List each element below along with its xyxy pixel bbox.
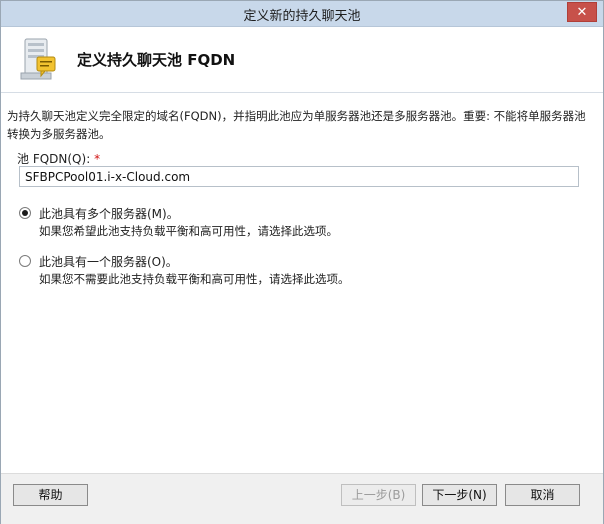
back-button[interactable]: 上一步(B) <box>341 484 416 506</box>
window-title: 定义新的持久聊天池 <box>243 9 361 24</box>
server-chat-icon <box>20 38 56 80</box>
radio-selected-dot <box>22 210 28 216</box>
radio-multi-server[interactable] <box>19 207 31 219</box>
wizard-content: 为持久聊天池定义完全限定的域名(FQDN)，并指明此池应为单服务器池还是多服务器… <box>1 93 603 473</box>
fqdn-label: 池 FQDN(Q): * <box>17 150 100 167</box>
radio-multi-server-label[interactable]: 此池具有多个服务器(M)。 <box>39 205 179 222</box>
radio-single-server-label[interactable]: 此池具有一个服务器(O)。 <box>39 253 178 270</box>
wizard-header: 定义持久聊天池 FQDN <box>1 27 603 93</box>
cancel-button[interactable]: 取消 <box>505 484 580 506</box>
next-button[interactable]: 下一步(N) <box>422 484 497 506</box>
help-button[interactable]: 帮助 <box>13 484 88 506</box>
title-bar: 定义新的持久聊天池 ✕ <box>1 1 603 27</box>
radio-multi-server-description: 如果您希望此池支持负载平衡和高可用性，请选择此选项。 <box>39 224 338 238</box>
description-text: 为持久聊天池定义完全限定的域名(FQDN)，并指明此池应为单服务器池还是多服务器… <box>7 109 586 141</box>
radio-single-server[interactable] <box>19 255 31 267</box>
wizard-footer: 帮助 上一步(B) 下一步(N) 取消 <box>1 473 603 524</box>
fqdn-label-text: 池 FQDN(Q): <box>17 152 91 166</box>
required-mark: * <box>94 152 101 166</box>
fqdn-input[interactable]: SFBPCPool01.i-x-Cloud.com <box>19 166 579 187</box>
radio-single-server-description: 如果您不需要此池支持负载平衡和高可用性，请选择此选项。 <box>39 272 350 286</box>
close-button[interactable]: ✕ <box>567 2 597 22</box>
page-title: 定义持久聊天池 FQDN <box>77 51 236 69</box>
wizard-window: 定义新的持久聊天池 ✕ 定义持久聊天池 FQDN 为持久聊天池定义完全限定的域名… <box>0 0 604 524</box>
